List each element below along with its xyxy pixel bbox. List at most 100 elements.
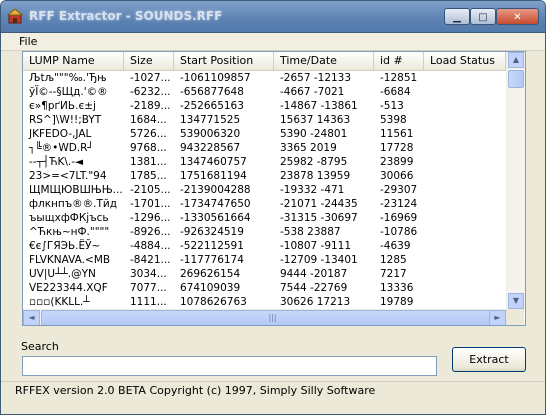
column-header-size[interactable]: Size — [124, 52, 174, 70]
cell-lump-name: 23>=<7LT."94 — [29, 170, 107, 182]
table-row[interactable]: JKFEDO-,JAL 5726... 539006320 5390 -24801 11… — [23, 127, 506, 142]
cell-load-status — [424, 113, 506, 128]
table-row[interactable]: ▫▫▫(KKLL.┴ 1111... 1078626763 30626 17213 19… — [23, 295, 506, 310]
window-title: RFF Extractor - SOUNDS.RFF — [29, 9, 223, 23]
table-row[interactable]: 23>=<7LT."94 1785... 1751681194 23878 13959… — [23, 169, 506, 184]
cell-size: 1111... — [130, 296, 167, 308]
table-row[interactable]: Љtљ"""‰.'Ђњ -1027... -1061109857 -2657 -121… — [23, 71, 506, 86]
maximize-button[interactable]: □ — [470, 8, 496, 25]
table-row[interactable]: ЩМЩЮВШЊЊ... -2105... -2139004288 -19332 -47… — [23, 183, 506, 198]
cell-load-status — [424, 225, 506, 240]
horizontal-scroll-thumb[interactable]: ||| — [41, 310, 504, 325]
cell-id: 13336 — [380, 282, 414, 294]
cell-lump-name: UV|U┴┴.@YN — [29, 268, 96, 280]
vertical-scrollbar[interactable]: ▲ ▼ — [506, 52, 525, 309]
cell-load-status — [424, 197, 506, 212]
extract-button[interactable]: Extract — [452, 347, 526, 372]
cell-size: 1381... — [130, 156, 167, 168]
cell-size: 1785... — [130, 170, 167, 182]
cell-load-status — [424, 295, 506, 310]
scroll-down-button[interactable]: ▼ — [508, 293, 524, 309]
vertical-scroll-thumb[interactable] — [508, 70, 524, 88]
table-row[interactable]: RS^]\W!!;BYT 1684... 134771525 15637 14363 5… — [23, 113, 506, 128]
cell-lump-name: --┬┤ЋK\.-◄ — [29, 156, 84, 168]
table-row[interactable]: флкнпъ®®.Тйд -1701... -1734747650 -21071 -2… — [23, 197, 506, 212]
cell-size: -2105... — [130, 184, 171, 196]
cell-size: 1684... — [130, 114, 167, 126]
cell-id: 23899 — [380, 156, 414, 168]
app-window: RFF Extractor - SOUNDS.RFF ▁ □ ✕ File LU… — [0, 0, 546, 415]
search-input[interactable] — [22, 356, 437, 376]
status-text: RFFEX version 2.0 BETA Copyright (c) 199… — [15, 384, 376, 397]
table-row[interactable]: UV|U┴┴.@YN 3034... 269626154 9444 -20187 721… — [23, 267, 506, 282]
cell-size: -1296... — [130, 212, 171, 224]
cell-time-date: 30626 17213 — [280, 296, 351, 308]
table-row[interactable]: є»¶рґИЬ.є±j -2189... -252665163 -14867 -138… — [23, 99, 506, 114]
cell-time-date: -19332 -471 — [280, 184, 345, 196]
cell-lump-name: ЩМЩЮВШЊЊ... — [29, 184, 123, 196]
cell-start-position: -522112591 — [180, 240, 244, 252]
cell-load-status — [424, 127, 506, 142]
cell-load-status — [424, 239, 506, 254]
minimize-button[interactable]: ▁ — [444, 8, 470, 25]
cell-lump-name: VE223344.XQF — [29, 282, 108, 294]
cell-lump-name: є»¶рґИЬ.є±j — [29, 100, 96, 112]
cell-size: -8421... — [130, 254, 171, 266]
scroll-left-button[interactable]: ◄ — [23, 310, 40, 325]
cell-id: -6684 — [380, 86, 411, 98]
cell-start-position: 539006320 — [180, 128, 241, 140]
cell-lump-name: ▫▫▫(KKLL.┴ — [29, 296, 90, 308]
cell-time-date: -14867 -13861 — [280, 100, 358, 112]
cell-lump-name: ┐╚®•WD.R┘ — [29, 142, 94, 154]
close-button[interactable]: ✕ — [496, 8, 539, 25]
column-header-load-status[interactable]: Load Status — [424, 52, 506, 70]
cell-lump-name: FLVKNAVA.<MB — [29, 254, 111, 266]
column-header-lump-name[interactable]: LUMP Name — [23, 52, 124, 70]
cell-size: -2189... — [130, 100, 171, 112]
cell-time-date: -10807 -9111 — [280, 240, 352, 252]
cell-load-status — [424, 253, 506, 268]
cell-size: 7077... — [130, 282, 167, 294]
cell-size: -6232... — [130, 86, 171, 98]
cell-lump-name: ўЇ©--§Щд.'©® — [29, 86, 108, 98]
cell-time-date: -538 23887 — [280, 226, 341, 238]
table-row[interactable]: ^Ћкњ~нФ."""" -8926... -926324519 -538 23887… — [23, 225, 506, 240]
column-header-time-date[interactable]: Time/Date — [274, 52, 374, 70]
cell-time-date: 15637 14363 — [280, 114, 351, 126]
lump-list[interactable]: LUMP Name Size Start Position Time/Date … — [22, 51, 526, 326]
cell-time-date: 5390 -24801 — [280, 128, 348, 140]
cell-start-position: 943228567 — [180, 142, 241, 154]
table-row[interactable]: ъыщхфФКјъсь -1296... -1330561664 -31315 -30… — [23, 211, 506, 226]
table-row[interactable]: €є∫ГЯЭЬ.ЁЎ~ -4884... -522112591 -10807 -911… — [23, 239, 506, 254]
cell-lump-name: Љtљ"""‰.'Ђњ — [29, 72, 107, 84]
cell-start-position: 1751681194 — [180, 170, 247, 182]
cell-start-position: 1078626763 — [180, 296, 247, 308]
menu-bar: File — [1, 33, 545, 51]
cell-lump-name: ^Ћкњ~нФ."""" — [29, 226, 110, 238]
cell-load-status — [424, 141, 506, 156]
cell-lump-name: ъыщхфФКјъсь — [29, 212, 109, 224]
scroll-right-button[interactable]: ► — [489, 310, 506, 325]
cell-start-position: -1061109857 — [180, 72, 251, 84]
table-row[interactable]: VE223344.XQF 7077... 674109039 7544 -22769 1… — [23, 281, 506, 296]
cell-id: -513 — [380, 100, 404, 112]
list-rows: Љtљ"""‰.'Ђњ -1027... -1061109857 -2657 -121… — [23, 71, 506, 309]
column-header-start-position[interactable]: Start Position — [174, 52, 274, 70]
cell-id: -23124 — [380, 198, 418, 210]
cell-start-position: -1330561664 — [180, 212, 251, 224]
cell-size: 5726... — [130, 128, 167, 140]
table-row[interactable]: ┐╚®•WD.R┘ 9768... 943228567 3365 2019 17728 — [23, 141, 506, 156]
scroll-up-button[interactable]: ▲ — [508, 52, 524, 68]
cell-id: 1285 — [380, 254, 407, 266]
title-bar[interactable]: RFF Extractor - SOUNDS.RFF ▁ □ ✕ — [1, 1, 545, 33]
menu-file[interactable]: File — [19, 35, 37, 48]
column-header-id[interactable]: id # — [374, 52, 424, 70]
cell-lump-name: JKFEDO-,JAL — [29, 128, 92, 140]
cell-id: -12851 — [380, 72, 418, 84]
horizontal-scrollbar[interactable]: ◄ ||| ► — [23, 309, 506, 325]
table-row[interactable]: FLVKNAVA.<MB -8421... -117776174 -12709 -13… — [23, 253, 506, 268]
cell-id: -10786 — [380, 226, 418, 238]
cell-lump-name: флкнпъ®®.Тйд — [29, 198, 118, 210]
table-row[interactable]: --┬┤ЋK\.-◄ 1381... 1347460757 25982 -8795 23… — [23, 155, 506, 170]
table-row[interactable]: ўЇ©--§Щд.'©® -6232... -656877648 -4667 -702… — [23, 85, 506, 100]
